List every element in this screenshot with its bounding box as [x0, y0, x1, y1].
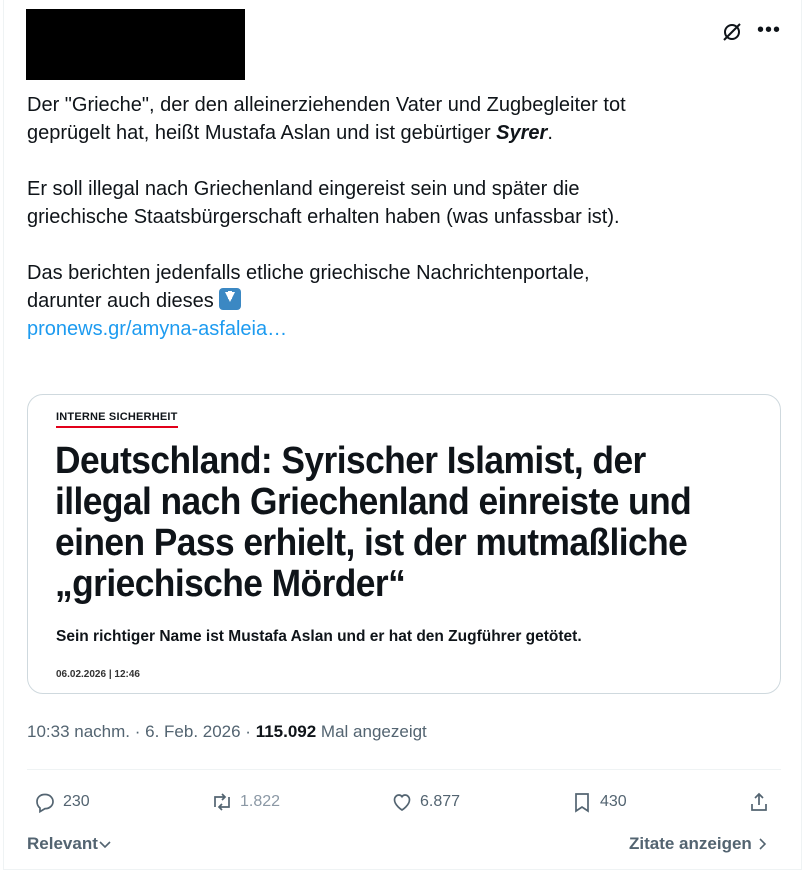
link-card[interactable]: INTERNE SICHERHEIT Deutschland: Syrische…: [27, 394, 781, 694]
views-count: 115.092: [255, 722, 317, 741]
text-line: griechische Staatsbürgerschaft erhalten …: [27, 206, 620, 228]
post-link[interactable]: pronews.gr/amyna-asfaleia…: [27, 318, 287, 340]
text-bold: Syrer: [496, 122, 548, 144]
reply-icon: [36, 793, 54, 814]
repost-button[interactable]: 1.822: [210, 788, 280, 816]
more-icon[interactable]: •••: [757, 20, 781, 44]
reply-count: 230: [63, 793, 90, 810]
bookmark-button[interactable]: 430: [570, 788, 627, 816]
text-line: darunter auch dieses: [27, 290, 220, 312]
grok-icon[interactable]: [720, 20, 744, 44]
chevron-down-icon: [99, 841, 111, 849]
bookmark-count: 430: [600, 793, 627, 810]
headline-line: „griechische Mörder“: [55, 563, 406, 605]
like-count: 6.877: [420, 793, 461, 810]
repost-count: 1.822: [240, 793, 281, 810]
post-time[interactable]: 10:33 nachm. · 6. Feb. 2026 ·: [27, 722, 256, 741]
sort-relevant[interactable]: Relevant: [27, 834, 112, 854]
bookmark-icon: [575, 793, 589, 813]
text-line: Der "Grieche", der den alleinerziehenden…: [27, 94, 626, 116]
text-line: geprügelt hat, heißt Mustafa Aslan und i…: [27, 122, 497, 144]
headline-line: illegal nach Griechenland einreiste und: [55, 481, 692, 523]
post-text: Der "Grieche", der den alleinerziehenden…: [27, 91, 787, 343]
share-icon: [751, 792, 767, 811]
chevron-right-icon: [758, 838, 766, 850]
share-button[interactable]: [747, 788, 771, 816]
text-line: Er soll illegal nach Griechenland einger…: [27, 178, 580, 200]
sort-label: Relevant: [27, 834, 98, 853]
views-label: Mal angezeigt: [316, 722, 427, 741]
action-bar: 230 1.822 6.877 430: [33, 788, 783, 816]
post-meta: 10:33 nachm. · 6. Feb. 2026 · 115.092 Ma…: [27, 722, 427, 742]
like-icon: [393, 794, 411, 811]
divider: [27, 769, 781, 770]
arrow-down-emoji: [219, 288, 242, 310]
card-kicker: INTERNE SICHERHEIT: [56, 411, 178, 428]
text-line: Das berichten jedenfalls etliche griechi…: [27, 262, 590, 284]
card-headline: Deutschland: Syrischer Islamist, der ill…: [55, 441, 706, 605]
like-button[interactable]: 6.877: [390, 788, 460, 816]
reply-button[interactable]: 230: [33, 788, 90, 816]
card-date: 06.02.2026 | 12:46: [56, 669, 140, 680]
quotes-label: Zitate anzeigen: [629, 834, 752, 853]
headline-line: einen Pass erhielt, ist der mutmaßliche: [55, 522, 688, 564]
text-line: .: [547, 122, 553, 144]
quotes-link[interactable]: Zitate anzeigen: [629, 834, 769, 854]
redacted-author: [26, 9, 245, 80]
headline-line: Deutschland: Syrischer Islamist, der: [55, 440, 646, 482]
repost-icon: [214, 793, 230, 811]
card-subline: Sein richtiger Name ist Mustafa Aslan un…: [56, 628, 582, 645]
